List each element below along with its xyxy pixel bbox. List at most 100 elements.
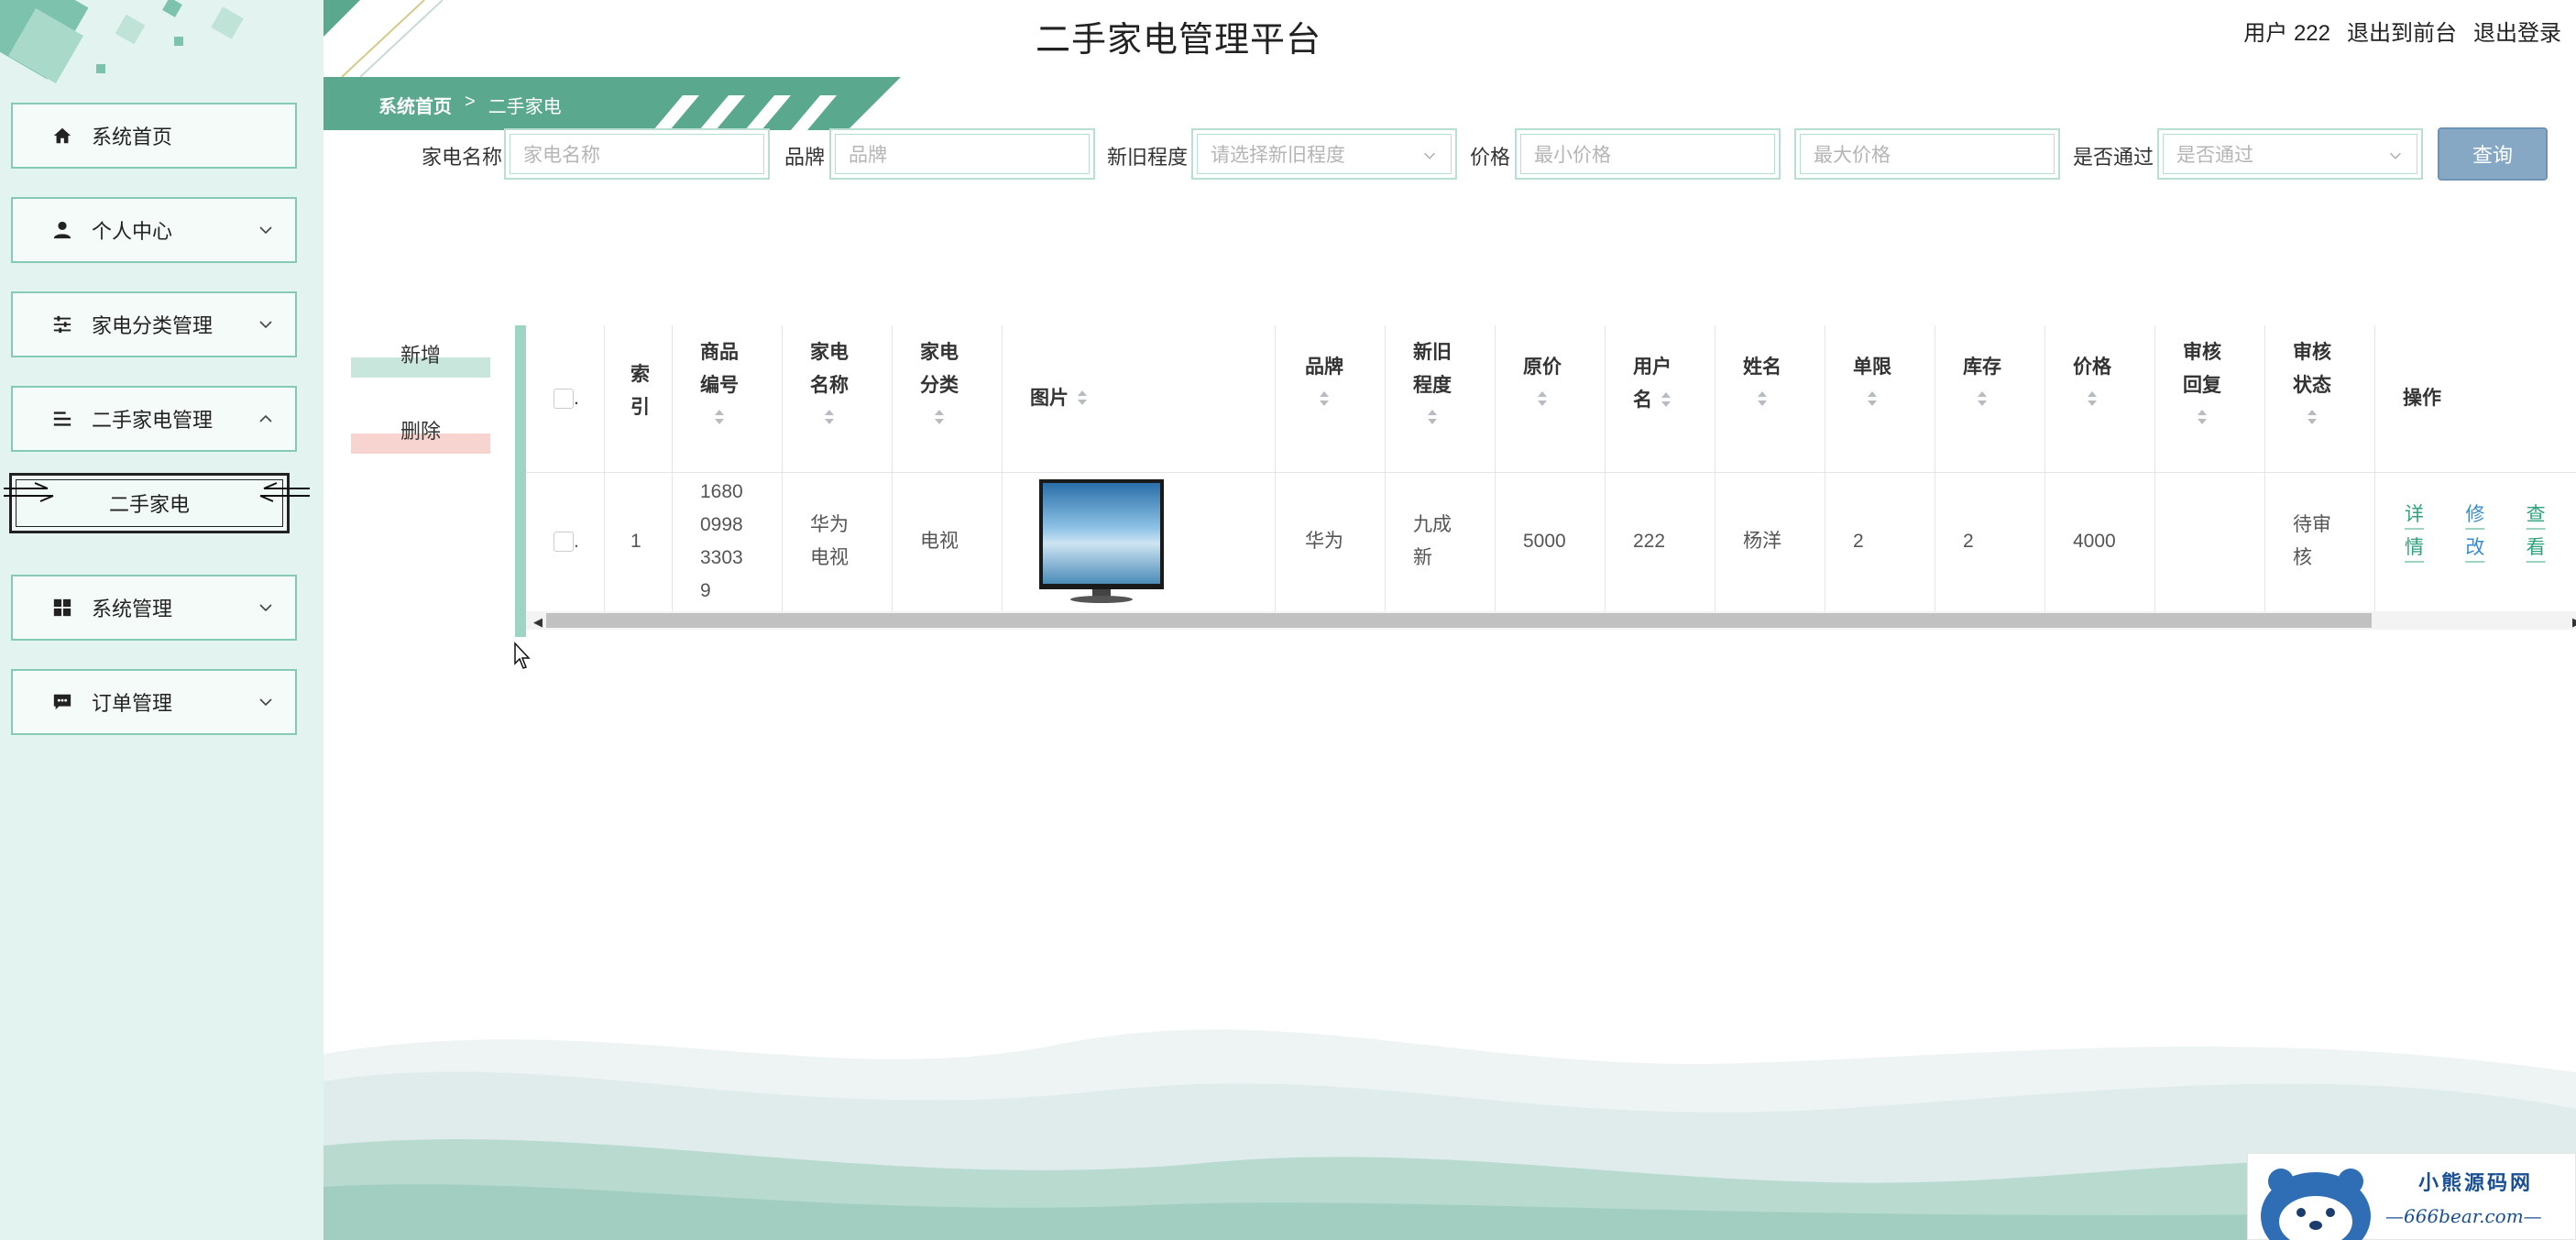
- cell-category: 电视: [893, 472, 1003, 611]
- sort-icon[interactable]: [1426, 408, 1439, 428]
- header-realname[interactable]: 姓名: [1716, 325, 1825, 472]
- horizontal-scrollbar[interactable]: ◀ ▶: [526, 611, 2576, 630]
- detail-link[interactable]: 详情: [2405, 499, 2441, 565]
- condition-label: 新旧程度: [1107, 146, 1189, 169]
- sort-icon[interactable]: [1976, 390, 1989, 410]
- select-all-checkbox[interactable]: [554, 389, 574, 409]
- sort-icon[interactable]: [1660, 390, 1672, 411]
- sort-icon[interactable]: [2086, 390, 2099, 410]
- header-condition[interactable]: 新旧 程度: [1386, 325, 1496, 472]
- edit-link[interactable]: 修改: [2465, 499, 2502, 565]
- sort-icon[interactable]: [823, 408, 836, 428]
- scroll-left-icon[interactable]: ◀: [533, 615, 543, 630]
- scroll-thumb[interactable]: [546, 613, 2372, 628]
- tv-thumbnail: [1039, 479, 1164, 603]
- header-orig-price[interactable]: 原价: [1496, 325, 1606, 472]
- cell-code: 1680 0998 3303 9: [673, 472, 783, 611]
- row-checkbox[interactable]: [554, 532, 574, 552]
- condition-select[interactable]: 请选择新旧程度: [1191, 128, 1457, 180]
- header-name[interactable]: 家电 名称: [783, 325, 893, 472]
- condition-placeholder: 请选择新旧程度: [1211, 145, 1345, 166]
- breadcrumb-separator: >: [465, 92, 476, 112]
- sort-icon[interactable]: [713, 408, 726, 428]
- cell-review-status: 待审核: [2265, 472, 2375, 611]
- sort-icon[interactable]: [1076, 389, 1089, 409]
- sort-icon[interactable]: [1318, 390, 1331, 410]
- sidebar-subitem-label: 二手家电: [108, 493, 190, 516]
- cell-stock: 2: [1935, 472, 2045, 611]
- brand-input[interactable]: 品牌: [829, 128, 1095, 180]
- add-button[interactable]: 新增: [351, 339, 490, 379]
- page-title: 二手家电管理平台: [1036, 21, 1322, 60]
- sidebar-item-label: 个人中心: [92, 220, 173, 243]
- sidebar: 系统首页 个人中心 家电分类管理 二手家电管理 二手家电 系统管理 订单管理: [0, 0, 323, 1240]
- header-username[interactable]: 用户名: [1606, 325, 1716, 472]
- name-input[interactable]: 家电名称: [504, 128, 770, 180]
- sort-icon[interactable]: [1866, 390, 1879, 410]
- sidebar-item-label: 订单管理: [92, 692, 173, 715]
- breadcrumb-current: 二手家电: [488, 97, 562, 117]
- passed-select[interactable]: 是否通过: [2157, 128, 2423, 180]
- cell-price: 4000: [2045, 472, 2155, 611]
- logout-link[interactable]: 退出登录: [2473, 15, 2561, 47]
- chevron-up-icon: [259, 414, 272, 422]
- header-index: 索引: [605, 325, 673, 472]
- sidebar-item-personal[interactable]: 个人中心: [11, 197, 302, 269]
- mouse-cursor-icon: [514, 642, 531, 669]
- user-label: 用户 222: [2243, 21, 2330, 46]
- header-stock[interactable]: 库存: [1935, 325, 2045, 472]
- header-category[interactable]: 家电 分类: [893, 325, 1003, 472]
- price-label: 价格: [1470, 146, 1511, 169]
- sort-icon[interactable]: [933, 408, 946, 428]
- header-limit[interactable]: 单限: [1825, 325, 1935, 472]
- chevron-down-icon: [259, 604, 272, 612]
- header-review-status[interactable]: 审核 状态: [2265, 325, 2375, 472]
- sidebar-item-home[interactable]: 系统首页: [11, 103, 302, 174]
- sort-icon[interactable]: [2196, 408, 2209, 428]
- cell-realname: 杨洋: [1716, 472, 1825, 611]
- min-price-input[interactable]: 最小价格: [1515, 128, 1781, 180]
- header-select-all[interactable]: .: [526, 325, 605, 472]
- cell-ops: 详情 修改 查看: [2375, 472, 2576, 611]
- delete-button[interactable]: 删除: [351, 415, 490, 455]
- passed-placeholder: 是否通过: [2176, 145, 2253, 166]
- grid-icon: [49, 595, 75, 620]
- chevron-down-icon: [2390, 152, 2401, 159]
- sort-icon[interactable]: [2306, 408, 2318, 428]
- breadcrumb-home[interactable]: 系统首页: [378, 92, 452, 118]
- cell-limit: 2: [1825, 472, 1935, 611]
- chevron-down-icon: [1424, 152, 1435, 159]
- max-price-input[interactable]: 最大价格: [1794, 128, 2060, 180]
- sliders-icon: [49, 312, 75, 337]
- sort-icon[interactable]: [1536, 390, 1549, 410]
- chevron-down-icon: [259, 321, 272, 329]
- sidebar-item-system[interactable]: 系统管理: [11, 575, 302, 646]
- sidebar-item-orders[interactable]: 订单管理: [11, 669, 302, 741]
- home-icon: [49, 123, 75, 148]
- sidebar-item-appliance[interactable]: 二手家电管理: [11, 386, 302, 457]
- cell-condition: 九成新: [1386, 472, 1496, 611]
- scroll-right-icon[interactable]: ▶: [2572, 615, 2576, 630]
- header-ops: 操作: [2403, 388, 2441, 409]
- back-to-front-link[interactable]: 退出到前台: [2347, 15, 2457, 47]
- chat-icon: [49, 689, 75, 715]
- sidebar-item-category[interactable]: 家电分类管理: [11, 291, 302, 363]
- arrows-right-icon: [259, 482, 310, 502]
- sort-icon[interactable]: [1756, 390, 1769, 410]
- header-review-reply[interactable]: 审核 回复: [2155, 325, 2265, 472]
- sidebar-item-label: 系统管理: [92, 598, 173, 620]
- view-link[interactable]: 查看: [2527, 499, 2563, 565]
- sidebar-item-label: 家电分类管理: [92, 314, 214, 337]
- bear-icon: [2261, 1169, 2371, 1240]
- breadcrumb: 系统首页 > 二手家电: [378, 92, 562, 118]
- header-image[interactable]: 图片: [1003, 325, 1276, 472]
- passed-label: 是否通过: [2073, 146, 2154, 169]
- query-button[interactable]: 查询: [2438, 127, 2548, 181]
- user-area: 用户 222 退出到前台 退出登录: [2243, 15, 2561, 47]
- header-code[interactable]: 商品 编号: [673, 325, 783, 472]
- header-price[interactable]: 价格: [2045, 325, 2155, 472]
- watermark-title: 小熊源码网: [2418, 1171, 2534, 1195]
- chevron-down-icon: [259, 226, 272, 235]
- header-brand[interactable]: 品牌: [1276, 325, 1386, 472]
- row-select[interactable]: .: [526, 472, 605, 611]
